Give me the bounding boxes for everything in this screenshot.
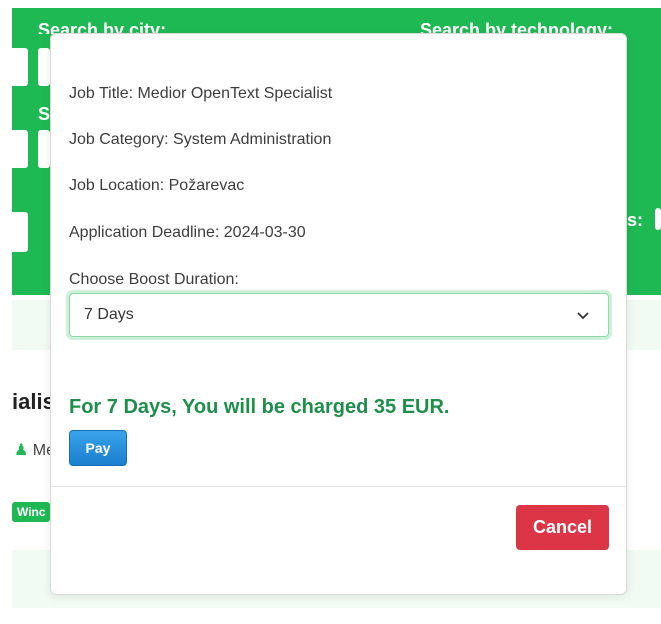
job-card-meta-text: Me [32,442,50,459]
deadline-line: Application Deadline: 2024-03-30 [69,224,306,241]
charge-summary: For 7 Days, You will be charged 35 EUR. [69,396,450,418]
boost-duration-value: 7 Days [84,306,134,323]
job-card-title[interactable]: ialis [12,389,50,415]
job-title-line: Job Title: Medior OpenText Specialist [69,85,333,102]
modal-divider [51,486,626,487]
filter-input-edge-2[interactable] [0,212,28,252]
chevron-down-icon [577,312,589,320]
cancel-button[interactable]: Cancel [516,505,609,550]
city-input-edge[interactable] [0,48,28,86]
filter-input[interactable] [38,130,50,168]
filter-input-right[interactable] [655,208,661,230]
search-city-label: Search by city: [38,20,167,34]
boost-duration-label: Choose Boost Duration: [69,271,239,288]
job-card-meta: ♟ Me [14,440,50,460]
pay-button[interactable]: Pay [69,430,127,466]
city-input[interactable] [38,48,50,86]
filter-input-edge[interactable] [0,130,28,168]
filter-label-s: s: [627,210,644,230]
job-location-line: Job Location: Požarevac [69,177,245,194]
person-icon: ♟ [14,442,29,459]
boost-modal: Job Title: Medior OpenText Specialist Jo… [50,33,627,595]
search-label-s: S [38,104,50,124]
search-technology-label: Search by technology: [420,20,614,34]
job-category-line: Job Category: System Administration [69,131,332,148]
job-card-tag: Winc [12,502,50,522]
boost-duration-select[interactable]: 7 Days [69,293,609,337]
